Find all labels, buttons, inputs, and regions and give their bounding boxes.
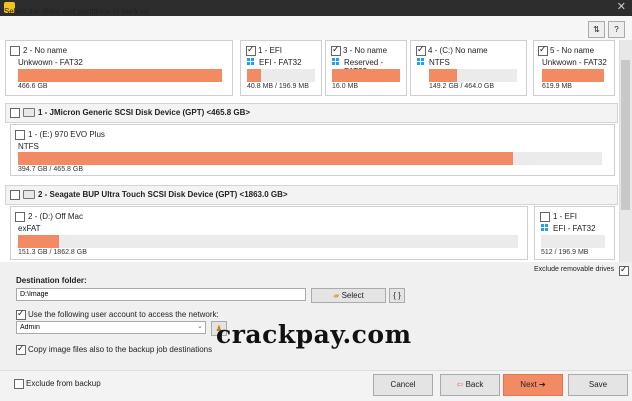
partition-label: 3 - No name (343, 46, 388, 55)
next-label: Next (520, 380, 537, 389)
partition-card[interactable]: 4 - (C:) No name NTFS 149.2 GB / 464.0 G… (410, 40, 527, 96)
exclude-from-backup-label: Exclude from backup (26, 379, 101, 388)
select-button[interactable]: ▰ Select (311, 288, 386, 303)
cancel-button[interactable]: Cancel (373, 374, 433, 396)
chevron-down-icon: ⌄ (197, 323, 203, 330)
next-button[interactable]: Next ➔ (503, 374, 563, 396)
partition-checkbox[interactable] (10, 46, 20, 56)
arrow-left-icon: ⇦ (456, 380, 464, 389)
page-title: Select the disks and partitions to back … (4, 7, 150, 16)
arrow-right-icon: ➔ (538, 380, 546, 389)
back-button[interactable]: ⇦ Back (440, 374, 500, 396)
destination-label: Destination folder: (16, 276, 87, 285)
disk-row[interactable]: 1 - JMicron Generic SCSI Disk Device (GP… (5, 103, 618, 123)
partition-size: 394.7 GB / 465.8 GB (18, 166, 83, 173)
usage-bar (541, 235, 605, 248)
usage-bar (332, 69, 400, 82)
partition-size: 40.8 MB / 196.9 MB (247, 83, 309, 90)
page-header (0, 16, 632, 41)
partition-size: 16.0 MB (332, 83, 359, 90)
disk-checkbox[interactable] (10, 108, 20, 118)
exclude-removable-label: Exclude removable drives (534, 266, 615, 273)
partition-fs: Unkwown - FAT32 (542, 58, 607, 67)
usage-bar (18, 69, 222, 82)
partition-fs: NTFS (18, 142, 39, 151)
partition-card[interactable]: 5 - No name Unkwown - FAT32 619.9 MB (533, 40, 615, 96)
windows-icon (541, 224, 549, 232)
destination-input[interactable] (16, 288, 306, 301)
partition-card[interactable]: 2 - (D:) Off Mac exFAT 151.3 GB / 1862.8… (10, 206, 528, 260)
refresh-button[interactable]: ⇅ (588, 21, 605, 38)
partition-checkbox[interactable] (15, 212, 25, 222)
save-button[interactable]: Save (568, 374, 628, 396)
partition-checkbox[interactable] (416, 44, 426, 56)
partition-label: 4 - (C:) No name (428, 46, 488, 55)
exclude-from-backup-checkbox[interactable] (14, 379, 24, 389)
partition-fs: Unkwown - FAT32 (18, 58, 83, 67)
use-account-checkbox[interactable] (16, 308, 26, 320)
partition-size: 151.3 GB / 1862.8 GB (18, 249, 87, 256)
partition-checkbox[interactable] (540, 212, 550, 222)
disk-list: 2 - No name Unkwown - FAT32 466.6 GB 1 -… (0, 40, 619, 262)
select-button-label: Select (341, 291, 364, 300)
partition-checkbox[interactable] (538, 44, 548, 56)
hard-drive-icon (23, 190, 35, 199)
close-icon[interactable]: ✕ (617, 1, 626, 14)
partition-label: 1 - EFI (553, 212, 578, 221)
partition-fs: exFAT (18, 224, 41, 233)
help-button[interactable]: ? (608, 21, 625, 38)
copy-images-checkbox[interactable] (16, 343, 26, 355)
partition-label: 1 - (E:) 970 EVO Plus (28, 130, 105, 139)
back-label: Back (465, 380, 484, 389)
use-account-label: Use the following user account to access… (28, 310, 219, 319)
hard-drive-icon (23, 108, 35, 117)
usage-bar (18, 235, 518, 248)
folder-icon: ▰ (333, 291, 340, 300)
partition-size: 149.2 GB / 464.0 GB (429, 83, 494, 90)
partition-label: 2 - No name (23, 46, 68, 55)
partition-label: 5 - No name (550, 46, 595, 55)
usage-bar (247, 69, 315, 82)
partition-checkbox[interactable] (15, 130, 25, 140)
partition-card[interactable]: 1 - EFI EFI - FAT32 512 / 196.9 MB (534, 206, 615, 260)
partition-checkbox[interactable] (246, 44, 256, 56)
partition-card[interactable]: 1 - (E:) 970 EVO Plus NTFS 394.7 GB / 46… (10, 124, 615, 176)
partition-card[interactable]: 2 - No name Unkwown - FAT32 466.6 GB (5, 40, 233, 96)
partition-fs: NTFS (429, 58, 450, 67)
account-select[interactable] (16, 321, 206, 334)
partition-label: 2 - (D:) Off Mac (28, 212, 83, 221)
partition-size: 619.9 MB (542, 83, 572, 90)
exclude-removable-checkbox[interactable] (619, 264, 629, 276)
partition-size: 512 / 196.9 MB (541, 249, 589, 256)
usage-bar (18, 152, 602, 165)
windows-icon (417, 58, 425, 66)
browse-button[interactable]: { } (389, 288, 405, 303)
scrollbar-thumb[interactable] (621, 60, 630, 210)
disk-title: 1 - JMicron Generic SCSI Disk Device (GP… (38, 108, 251, 117)
usage-bar (429, 69, 517, 82)
disk-checkbox[interactable] (10, 190, 20, 200)
copy-images-label: Copy image files also to the backup job … (28, 345, 213, 354)
watermark: crackpay.com (216, 320, 412, 349)
partition-checkbox[interactable] (331, 44, 341, 56)
partition-label: 1 - EFI (258, 46, 283, 55)
windows-icon (247, 58, 255, 66)
partition-card[interactable]: 1 - EFI EFI - FAT32 40.8 MB / 196.9 MB (240, 40, 322, 96)
partition-fs: EFI - FAT32 (259, 58, 302, 67)
partition-fs: EFI - FAT32 (553, 224, 596, 233)
windows-icon (332, 58, 340, 66)
disk-title: 2 - Seagate BUP Ultra Touch SCSI Disk De… (38, 190, 288, 199)
partition-card[interactable]: 3 - No name Reserved - FAT32 16.0 MB (325, 40, 407, 96)
usage-bar (542, 69, 604, 82)
partition-size: 466.6 GB (18, 83, 48, 90)
disk-row[interactable]: 2 - Seagate BUP Ultra Touch SCSI Disk De… (5, 185, 618, 205)
